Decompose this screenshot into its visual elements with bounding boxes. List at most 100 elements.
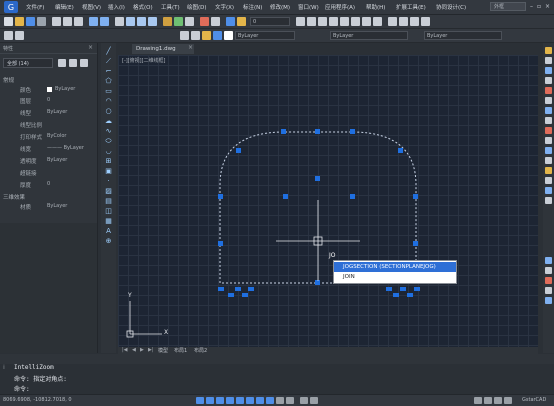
- copy-icon[interactable]: [63, 17, 72, 26]
- scale-icon[interactable]: [545, 117, 552, 124]
- showmotion-icon[interactable]: [545, 297, 552, 304]
- selection-combo[interactable]: 全部 (14): [3, 58, 53, 68]
- layer-off-icon[interactable]: [329, 17, 338, 26]
- ellipse-icon[interactable]: ⬭: [104, 137, 113, 145]
- command-grip-icon[interactable]: ⁞: [3, 364, 5, 371]
- revcloud-icon[interactable]: ☁: [104, 117, 113, 125]
- move-icon[interactable]: [545, 97, 552, 104]
- workspace-icon[interactable]: [4, 31, 13, 40]
- steering-icon[interactable]: [545, 287, 552, 294]
- general-section-header[interactable]: 常规: [3, 76, 14, 84]
- zoom-window-icon[interactable]: [137, 17, 146, 26]
- menu-format[interactable]: 格式(O): [133, 3, 153, 11]
- layer-walk-icon[interactable]: [362, 17, 371, 26]
- tab-layout1[interactable]: 布局1: [174, 347, 187, 354]
- isolate-icon[interactable]: [504, 397, 512, 404]
- autocomplete-item[interactable]: JOIN: [334, 272, 456, 282]
- dynamic-input[interactable]: JO: [329, 252, 336, 259]
- ortho-icon[interactable]: [216, 397, 224, 404]
- new-icon[interactable]: [4, 17, 13, 26]
- break-icon[interactable]: [545, 157, 552, 164]
- search-input[interactable]: 外框: [490, 2, 526, 11]
- lock-icon[interactable]: [484, 397, 492, 404]
- lineweight-combo[interactable]: ByLayer: [424, 31, 502, 40]
- prop-value-layer[interactable]: 0: [47, 97, 50, 103]
- tool-palette-icon[interactable]: [185, 17, 194, 26]
- close-icon[interactable]: ×: [188, 44, 193, 51]
- array-icon[interactable]: [545, 87, 552, 94]
- hardware-accel-icon[interactable]: [494, 397, 502, 404]
- spline-icon[interactable]: ∿: [104, 127, 113, 135]
- prop-value-lineweight[interactable]: ——— ByLayer: [47, 145, 84, 151]
- transparency-icon[interactable]: [276, 397, 284, 404]
- lineweight-icon[interactable]: [256, 397, 264, 404]
- menu-file[interactable]: 文件(F): [26, 3, 44, 11]
- rectangle-icon[interactable]: ▭: [104, 87, 113, 95]
- nav-prev-icon[interactable]: ◀: [132, 347, 136, 353]
- app-logo-icon[interactable]: G: [4, 1, 18, 13]
- menu-text[interactable]: 文字(X): [215, 3, 234, 11]
- layer-color-icon[interactable]: [213, 31, 222, 40]
- quick-select-icon[interactable]: [80, 59, 88, 67]
- layer-previous-icon[interactable]: [296, 17, 305, 26]
- calculator-icon[interactable]: [200, 17, 209, 26]
- layer-isolate-icon[interactable]: [307, 17, 316, 26]
- prop-value-plot-style[interactable]: ByColor: [47, 133, 66, 139]
- construction-line-icon[interactable]: ⟋: [104, 57, 113, 65]
- nav-last-icon[interactable]: ▶|: [148, 347, 154, 353]
- mirror-icon[interactable]: [545, 67, 552, 74]
- toggle-pickadd-icon[interactable]: [58, 59, 66, 67]
- layer-merge-icon[interactable]: [373, 17, 382, 26]
- save-icon[interactable]: [26, 17, 35, 26]
- grid-icon[interactable]: [206, 397, 214, 404]
- menu-view[interactable]: 视图(V): [82, 3, 101, 11]
- text-style-icon[interactable]: [388, 17, 397, 26]
- annotation-visibility-icon[interactable]: [310, 397, 318, 404]
- erase-icon[interactable]: [545, 47, 552, 54]
- join-icon[interactable]: [545, 167, 552, 174]
- nav-next-icon[interactable]: ▶: [140, 347, 144, 353]
- zoom-icon[interactable]: [545, 257, 552, 264]
- prop-value-linetype[interactable]: ByLayer: [47, 109, 67, 115]
- menu-insert[interactable]: 插入(I): [108, 3, 125, 11]
- layer-state-icon[interactable]: [237, 17, 246, 26]
- menu-modify[interactable]: 修改(M): [270, 3, 290, 11]
- redo-icon[interactable]: [100, 17, 109, 26]
- mtext-icon[interactable]: A: [104, 227, 113, 235]
- layer-props-icon[interactable]: [191, 31, 200, 40]
- polar-icon[interactable]: [226, 397, 234, 404]
- print-icon[interactable]: [37, 17, 46, 26]
- copy-icon[interactable]: [545, 57, 552, 64]
- tab-model[interactable]: 模型: [158, 347, 168, 354]
- pan-icon[interactable]: [115, 17, 124, 26]
- annotation-scale-icon[interactable]: [300, 397, 308, 404]
- color-combo[interactable]: ByLayer: [235, 31, 295, 40]
- menu-dimension[interactable]: 标注(N): [243, 3, 262, 11]
- ellipse-arc-icon[interactable]: ◡: [104, 147, 113, 155]
- prop-value-transparency[interactable]: ByLayer: [47, 157, 67, 163]
- table-style-icon[interactable]: [410, 17, 419, 26]
- tab-layout2[interactable]: 布局2: [194, 347, 207, 354]
- properties-icon[interactable]: [163, 17, 172, 26]
- layer-lock-icon[interactable]: [351, 17, 360, 26]
- make-block-icon[interactable]: ▣: [104, 167, 113, 175]
- arc-icon[interactable]: ◠: [104, 97, 113, 105]
- design-center-icon[interactable]: [174, 17, 183, 26]
- prop-value-material[interactable]: ByLayer: [47, 203, 67, 209]
- orbit-icon[interactable]: [545, 277, 552, 284]
- menu-tools[interactable]: 工具(T): [161, 3, 180, 11]
- select-objects-icon[interactable]: [69, 59, 77, 67]
- circle-icon[interactable]: ○: [104, 107, 113, 115]
- maximize-icon[interactable]: ▫: [537, 3, 541, 10]
- gradient-icon[interactable]: ▤: [104, 197, 113, 205]
- dim-style-icon[interactable]: [399, 17, 408, 26]
- polyline-icon[interactable]: ⌐: [104, 67, 113, 75]
- layer-manager-icon[interactable]: [226, 17, 235, 26]
- open-icon[interactable]: [15, 17, 24, 26]
- layer-on-icon[interactable]: [202, 31, 211, 40]
- otrack-icon[interactable]: [246, 397, 254, 404]
- color-swatch-icon[interactable]: [224, 31, 233, 40]
- menu-edit[interactable]: 编辑(E): [55, 3, 74, 11]
- table-icon[interactable]: ▦: [104, 217, 113, 225]
- menu-collab[interactable]: 协同设计(C): [436, 3, 466, 11]
